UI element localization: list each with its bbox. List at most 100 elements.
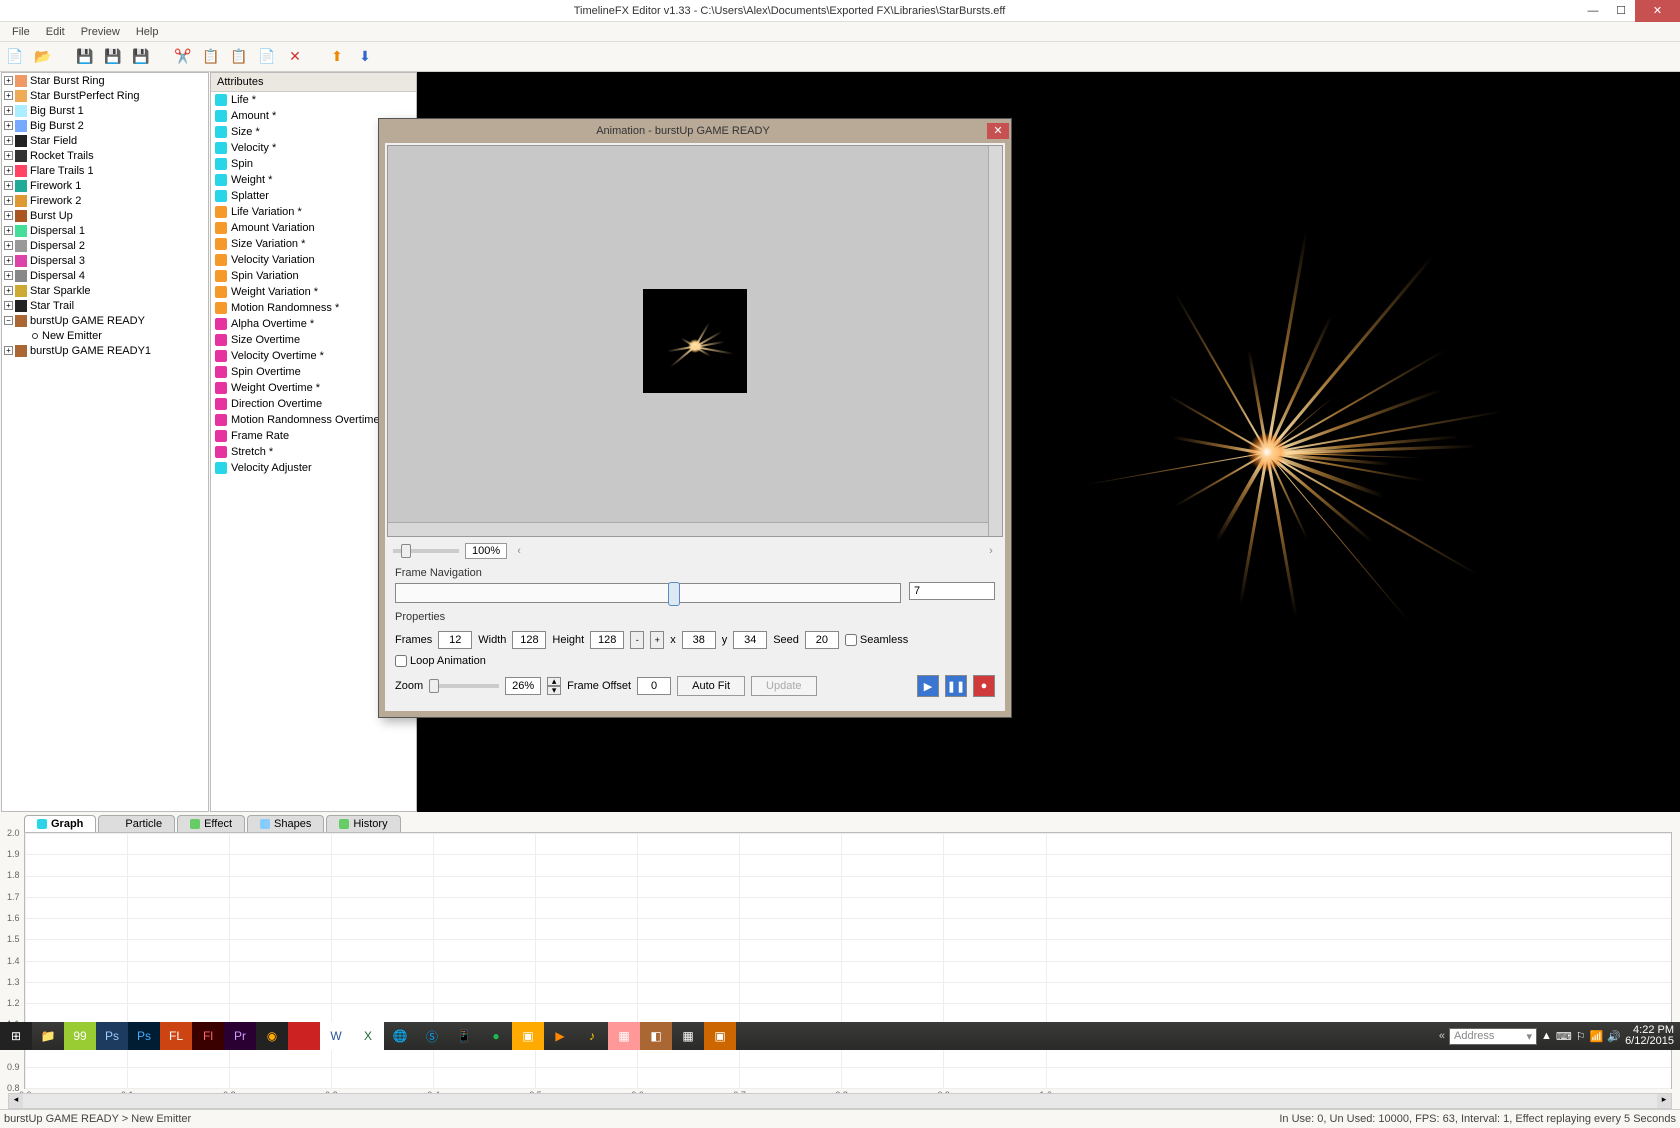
tree-item[interactable]: +Star Trail <box>2 298 208 313</box>
increase-button[interactable]: + <box>650 631 664 649</box>
tree-item[interactable]: +Big Burst 1 <box>2 103 208 118</box>
tree-item[interactable]: +Star Field <box>2 133 208 148</box>
tree-item[interactable]: +Rocket Trails <box>2 148 208 163</box>
volume-icon[interactable]: 🔊 <box>1607 1030 1621 1043</box>
dialog-titlebar[interactable]: Animation - burstUp GAME READY ✕ <box>379 119 1011 143</box>
copy-icon[interactable]: 📋 <box>200 46 222 68</box>
tab-effect[interactable]: Effect <box>177 815 245 832</box>
height-input[interactable] <box>590 631 624 649</box>
save-as-icon[interactable]: 💾 <box>102 46 124 68</box>
dialog-close-button[interactable]: ✕ <box>987 123 1009 139</box>
delete-icon[interactable]: ✕ <box>284 46 306 68</box>
notepad-icon[interactable]: 99 <box>64 1022 96 1050</box>
record-button[interactable]: ● <box>973 675 995 697</box>
scroll-left-icon[interactable]: ◂ <box>9 1094 23 1108</box>
tree-item[interactable]: +Star BurstPerfect Ring <box>2 88 208 103</box>
maximize-button[interactable]: ☐ <box>1607 0 1635 22</box>
save-icon[interactable]: 💾 <box>74 46 96 68</box>
tree-item[interactable]: +Star Sparkle <box>2 283 208 298</box>
import-down-icon[interactable]: ⬇ <box>354 46 376 68</box>
play-button[interactable]: ▶ <box>917 675 939 697</box>
width-input[interactable] <box>512 631 546 649</box>
cut-icon[interactable]: ✂️ <box>172 46 194 68</box>
clock[interactable]: 4:22 PM 6/12/2015 <box>1625 1025 1674 1047</box>
app7-icon[interactable]: ◧ <box>640 1022 672 1050</box>
next-frame-icon[interactable]: › <box>985 545 997 557</box>
chrome-icon[interactable]: 🌐 <box>384 1022 416 1050</box>
attribute-item[interactable]: Life * <box>211 92 416 108</box>
tab-history[interactable]: History <box>326 815 400 832</box>
scroll-right-icon[interactable]: ▸ <box>1657 1094 1671 1108</box>
photoshop2-icon[interactable]: Ps <box>128 1022 160 1050</box>
tree-item[interactable]: +Firework 1 <box>2 178 208 193</box>
start-button[interactable]: ⊞ <box>0 1022 32 1050</box>
autofit-button[interactable]: Auto Fit <box>677 676 745 696</box>
close-button[interactable]: ✕ <box>1635 0 1680 22</box>
app8-icon[interactable]: ▦ <box>672 1022 704 1050</box>
tree-item[interactable]: +Star Burst Ring <box>2 73 208 88</box>
frame-offset-input[interactable] <box>637 677 671 695</box>
frames-input[interactable] <box>438 631 472 649</box>
tree-item[interactable]: +Dispersal 3 <box>2 253 208 268</box>
explorer-icon[interactable]: 📁 <box>32 1022 64 1050</box>
frame-slider[interactable] <box>395 583 901 603</box>
pause-button[interactable]: ❚❚ <box>945 675 967 697</box>
preview-vscrollbar[interactable] <box>988 146 1002 536</box>
update-button[interactable]: Update <box>751 676 816 696</box>
tab-graph[interactable]: Graph <box>24 815 96 832</box>
tree-item[interactable]: +Dispersal 2 <box>2 238 208 253</box>
photoshop-icon[interactable]: Ps <box>96 1022 128 1050</box>
tree-item[interactable]: +Dispersal 1 <box>2 223 208 238</box>
export-up-icon[interactable]: ⬆ <box>326 46 348 68</box>
loop-animation-checkbox[interactable]: Loop Animation <box>395 655 486 667</box>
flag-icon[interactable]: ⚐ <box>1576 1030 1586 1043</box>
tree-item[interactable]: +Burst Up <box>2 208 208 223</box>
save-all-icon[interactable]: 💾 <box>130 46 152 68</box>
menu-help[interactable]: Help <box>128 24 167 40</box>
tree-item[interactable]: +Big Burst 2 <box>2 118 208 133</box>
tray-icon[interactable]: ▲ <box>1541 1030 1552 1042</box>
new-icon[interactable]: 📄 <box>4 46 26 68</box>
menu-edit[interactable]: Edit <box>38 24 73 40</box>
app5-icon[interactable]: ♪ <box>576 1022 608 1050</box>
spotify-icon[interactable]: ● <box>480 1022 512 1050</box>
excel-icon[interactable]: X <box>352 1022 384 1050</box>
app3-icon[interactable]: 📱 <box>448 1022 480 1050</box>
paste-icon[interactable]: 📋 <box>228 46 250 68</box>
tree-item[interactable]: +Firework 2 <box>2 193 208 208</box>
zoom-slider[interactable] <box>429 684 499 688</box>
premiere-icon[interactable]: Pr <box>224 1022 256 1050</box>
tree-item[interactable]: +Flare Trails 1 <box>2 163 208 178</box>
word-icon[interactable]: W <box>320 1022 352 1050</box>
taskbar[interactable]: ⊞ 📁 99 Ps Ps FL Fl Pr ◉ W X 🌐 Ⓢ 📱 ● ▣ ▶ … <box>0 1022 1680 1050</box>
tree-item[interactable]: −burstUp GAME READY <box>2 313 208 328</box>
seed-input[interactable] <box>805 631 839 649</box>
skype-icon[interactable]: Ⓢ <box>416 1022 448 1050</box>
x-input[interactable] <box>682 631 716 649</box>
zoom-input[interactable] <box>505 677 541 695</box>
flash-icon[interactable]: FL <box>160 1022 192 1050</box>
frame-number-input[interactable] <box>909 582 995 600</box>
app6-icon[interactable]: ▦ <box>608 1022 640 1050</box>
menu-preview[interactable]: Preview <box>73 24 128 40</box>
tab-shapes[interactable]: Shapes <box>247 815 324 832</box>
graph-scrollbar[interactable]: ◂ ▸ <box>8 1093 1672 1109</box>
flash2-icon[interactable]: Fl <box>192 1022 224 1050</box>
tab-particle[interactable]: Particle <box>98 815 175 832</box>
network-icon[interactable]: 📶 <box>1590 1030 1604 1043</box>
effect-tree[interactable]: +Star Burst Ring+Star BurstPerfect Ring+… <box>1 72 209 812</box>
decrease-button[interactable]: - <box>630 631 644 649</box>
tree-item[interactable]: +Dispersal 4 <box>2 268 208 283</box>
menu-file[interactable]: File <box>4 24 38 40</box>
minimize-button[interactable]: — <box>1579 0 1607 22</box>
open-icon[interactable]: 📂 <box>32 46 54 68</box>
prev-frame-icon[interactable]: ‹ <box>513 545 525 557</box>
preview-zoom-slider[interactable] <box>393 549 459 553</box>
app1-icon[interactable]: ◉ <box>256 1022 288 1050</box>
y-input[interactable] <box>733 631 767 649</box>
graph-area[interactable]: 2.01.91.81.71.61.51.41.31.21.11.00.90.80… <box>24 832 1672 1089</box>
animation-preview[interactable] <box>387 145 1003 537</box>
app2-icon[interactable] <box>288 1022 320 1050</box>
keyboard-icon[interactable]: ⌨ <box>1556 1030 1572 1043</box>
tree-item[interactable]: +burstUp GAME READY1 <box>2 343 208 358</box>
